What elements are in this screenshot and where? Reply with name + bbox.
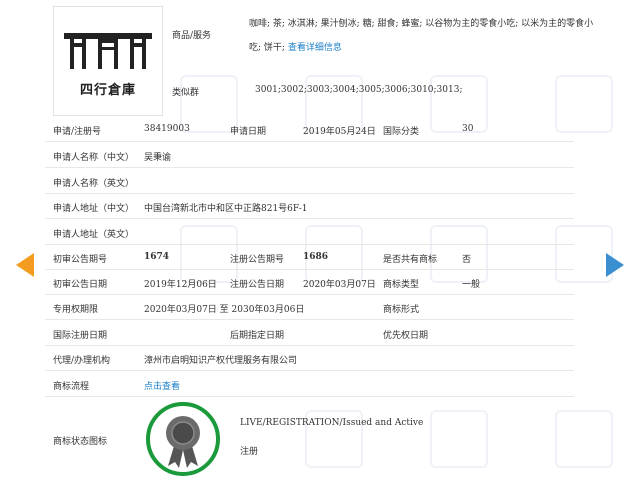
chevron-right-icon[interactable] — [606, 253, 624, 277]
reg-no-value: 38419003 — [144, 124, 190, 134]
exclusive-value: 2020年03月07日 至 2030年03月06日 — [144, 305, 305, 315]
similar-value: 3001;3002;3003;3004;3005;3006;3010;3013; — [255, 85, 463, 95]
status-icon-label: 商标状态图标 — [53, 437, 108, 447]
row-divider — [45, 294, 574, 295]
award-badge-icon — [166, 416, 200, 468]
status-cn: 注册 — [240, 447, 259, 457]
intl-reg-label: 国际注册日期 — [53, 331, 108, 341]
row-divider — [45, 218, 574, 219]
chevron-left-icon[interactable] — [16, 253, 34, 277]
status-en: LIVE/REGISTRATION/Issued and Active — [240, 418, 424, 428]
tm-type-label: 商标类型 — [383, 280, 420, 290]
row-divider — [45, 141, 574, 142]
registered-seal-icon — [146, 402, 220, 476]
watermark-tile — [555, 75, 613, 133]
exclusive-label: 专用权期限 — [53, 305, 99, 315]
addr-en-label: 申请人地址（英文） — [53, 230, 135, 240]
priority-label: 优先权日期 — [383, 331, 429, 341]
watermark-tile — [555, 410, 613, 468]
row-divider — [45, 167, 574, 168]
warehouse-logo-icon — [64, 33, 152, 69]
shared-label: 是否共有商标 — [383, 255, 438, 265]
name-cn-label: 申请人名称（中文） — [53, 153, 135, 163]
goods-label: 商品/服务 — [172, 31, 212, 41]
flow-link[interactable]: 点击查看 — [144, 379, 180, 392]
reg-pub-date-label: 注册公告日期 — [230, 280, 285, 290]
trademark-image: 四行倉庫 — [53, 6, 163, 116]
row-divider — [45, 269, 574, 270]
shared-value: 否 — [462, 255, 472, 265]
addr-cn-value: 中国台湾新北市中和区中正路821号6F-1 — [144, 204, 308, 214]
addr-cn-label: 申请人地址（中文） — [53, 204, 135, 214]
logo-text: 四行倉庫 — [79, 83, 136, 98]
row-divider — [45, 193, 574, 194]
row-divider — [45, 370, 574, 371]
agent-label: 代理/办理机构 — [53, 356, 111, 366]
agent-value: 漳州市启明知识产权代理服务有限公司 — [144, 356, 298, 366]
row-divider — [45, 244, 574, 245]
prelim-no-label: 初审公告期号 — [53, 255, 108, 265]
similar-label: 类似群 — [172, 88, 200, 98]
row-divider — [45, 319, 574, 320]
watermark-tile — [430, 410, 488, 468]
intl-class-label: 国际分类 — [383, 127, 420, 137]
goods-line2-text: 吃; 饼干; — [249, 43, 285, 53]
name-en-label: 申请人名称（英文） — [53, 179, 135, 189]
reg-no-label: 申请/注册号 — [53, 127, 102, 137]
apply-date-value: 2019年05月24日 — [303, 127, 376, 137]
tm-type-value: 一般 — [462, 280, 481, 290]
goods-line1: 咖啡; 茶; 冰淇淋; 果汁刨冰; 糖; 甜食; 蜂蜜; 以谷物为主的零食小吃;… — [249, 19, 594, 29]
reg-pub-date-value: 2020年03月07日 — [303, 280, 376, 290]
tm-form-label: 商标形式 — [383, 305, 420, 315]
watermark-tile — [430, 75, 488, 133]
row-divider — [45, 345, 574, 346]
goods-detail-link[interactable]: 查看详细信息 — [288, 43, 342, 53]
prelim-date-value: 2019年12月06日 — [144, 280, 217, 290]
intl-class-value: 30 — [462, 124, 474, 134]
goods-line2: 吃; 饼干; 查看详细信息 — [249, 40, 342, 53]
later-date-label: 后期指定日期 — [230, 331, 285, 341]
name-cn-value: 吴秉谕 — [144, 153, 172, 163]
apply-date-label: 申请日期 — [230, 127, 267, 137]
prelim-date-label: 初审公告日期 — [53, 280, 108, 290]
row-divider — [45, 396, 574, 397]
reg-pub-no-value: 1686 — [303, 252, 329, 262]
flow-label: 商标流程 — [53, 382, 90, 392]
reg-pub-no-label: 注册公告期号 — [230, 255, 285, 265]
watermark-tile — [555, 225, 613, 283]
watermark-tile — [430, 225, 488, 283]
prelim-no-value: 1674 — [144, 252, 170, 262]
